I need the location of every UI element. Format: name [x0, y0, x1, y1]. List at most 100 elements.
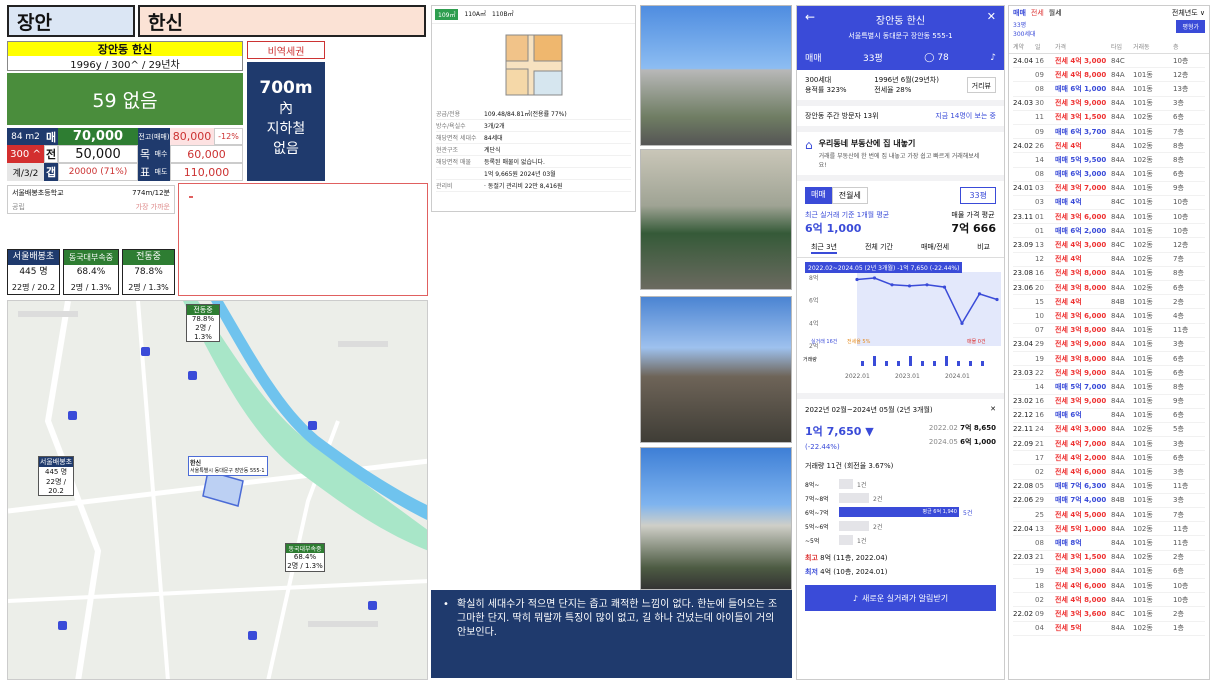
price-point[interactable]: [977, 292, 982, 296]
floorplan-tab-3[interactable]: 110B㎡: [492, 9, 514, 20]
table-row[interactable]: 23.08 16 전세 3억 8,000 84A 101동 8층: [1013, 267, 1205, 281]
close-range-icon[interactable]: ✕: [990, 405, 996, 415]
table-cell: 전세 4억 5,000: [1055, 510, 1107, 519]
map-complex-label[interactable]: 한신 서울특별시 동대문구 장안동 555-1: [188, 456, 268, 476]
trades-tab-jeonse[interactable]: 전세: [1031, 8, 1044, 18]
chart-tab-compare[interactable]: 비교: [977, 242, 990, 254]
map-label-jeondong-ratio: 2명 / 1.3%: [194, 324, 212, 341]
chart-tab-jeonse[interactable]: 매매/전세: [921, 242, 949, 254]
chart-tab-recent[interactable]: 최근 3년: [810, 242, 837, 254]
table-row[interactable]: 19 전세 3억 3,000 84A 101동 6층: [1013, 565, 1205, 579]
price-chart[interactable]: 2022.02~2024.05 (2년 3개월) -1억 7,650 (-22.…: [797, 258, 1004, 393]
table-row[interactable]: 18 전세 4억 6,000 84A 101동 10층: [1013, 579, 1205, 594]
table-row[interactable]: 14 매매 5억 9,500 84A 102동 8층: [1013, 153, 1205, 168]
table-row[interactable]: 19 전세 3억 8,000 84A 101동 6층: [1013, 352, 1205, 367]
floorplan-tab-2[interactable]: 110A㎡: [464, 9, 486, 20]
size-select[interactable]: 33평: [960, 187, 996, 204]
map-pin-icon[interactable]: [188, 371, 197, 380]
table-row[interactable]: 22.12 16 매매 6억 84A 101동 6층: [1013, 409, 1205, 423]
chart-tab-all[interactable]: 전체 기간: [865, 242, 893, 254]
table-row[interactable]: 22.09 21 전세 4억 7,000 84A 101동 3층: [1013, 437, 1205, 452]
table-row[interactable]: 01 매매 6억 2,000 84A 101동 10층: [1013, 224, 1205, 239]
table-row[interactable]: 07 전세 3억 8,000 84A 101동 11층: [1013, 324, 1205, 338]
table-row[interactable]: 24.01 03 전세 3억 7,000 84A 101동 9층: [1013, 182, 1205, 196]
photo-building-1[interactable]: [640, 5, 792, 146]
table-row[interactable]: 03 매매 4억 84C 101동 10층: [1013, 196, 1205, 211]
map-label-jeondong[interactable]: 전동중 78.8% 2명 / 1.3%: [186, 304, 220, 342]
table-row[interactable]: 23.04 29 전세 3억 9,000 84A 101동 3층: [1013, 338, 1205, 352]
table-row[interactable]: 22.03 21 전세 3억 1,500 84A 102동 2층: [1013, 551, 1205, 565]
table-row[interactable]: 09 매매 6억 3,700 84A 101동 7층: [1013, 125, 1205, 140]
price-point[interactable]: [995, 297, 999, 302]
price-point[interactable]: [960, 321, 964, 325]
table-row[interactable]: 23.06 20 전세 3억 8,000 84A 102동 6층: [1013, 281, 1205, 296]
table-row[interactable]: 02 전세 4억 8,000 84A 101동 10층: [1013, 593, 1205, 608]
trades-tab-monthly[interactable]: 월세: [1049, 8, 1062, 18]
bell-icon[interactable]: ♪: [990, 53, 996, 63]
photo-building-2[interactable]: [640, 447, 792, 590]
price-point[interactable]: [890, 283, 894, 287]
table-row[interactable]: 08 매매 6억 1,000 84A 101동 13층: [1013, 82, 1205, 97]
table-row[interactable]: 25 전세 4억 5,000 84A 101동 7층: [1013, 508, 1205, 523]
price-point[interactable]: [907, 284, 912, 288]
segment-trade[interactable]: 매매: [805, 187, 832, 204]
table-row[interactable]: 12 전세 4억 84A 102동 7층: [1013, 253, 1205, 267]
table-row[interactable]: 11 전세 3억 1,500 84A 102동 6층: [1013, 111, 1205, 125]
photo-path[interactable]: [640, 296, 792, 443]
map-pin-icon[interactable]: [58, 621, 67, 630]
table-row[interactable]: 17 전세 4억 2,000 84A 101동 6층: [1013, 451, 1205, 466]
table-row[interactable]: 22.11 24 전세 4억 3,000 84A 102동 5층: [1013, 423, 1205, 438]
table-row[interactable]: 08 매매 6억 3,000 84A 101동 6층: [1013, 168, 1205, 182]
table-cell: 17: [1035, 453, 1044, 462]
price-point[interactable]: [942, 285, 947, 289]
table-row[interactable]: 24.02 26 전세 4억 84A 102동 8층: [1013, 139, 1205, 154]
photo-entrance[interactable]: [640, 149, 792, 290]
table-row[interactable]: 24.04 16 전세 4억 3,000 84C 10층: [1013, 54, 1205, 69]
table-row[interactable]: 10 전세 3억 6,000 84A 101동 4층: [1013, 309, 1205, 324]
floorplan-tab-1[interactable]: 109㎡: [435, 9, 459, 20]
app-tab-size[interactable]: 33평: [863, 51, 883, 64]
table-row[interactable]: 08 매매 8억 84A 101동 11층: [1013, 536, 1205, 551]
map-pin-icon[interactable]: [368, 601, 377, 610]
year-filter[interactable]: 전체년도 ∨: [1172, 8, 1205, 18]
distance-view-button[interactable]: 거리뷰: [966, 77, 996, 93]
table-row[interactable]: 15 전세 4억 84B 101동 2층: [1013, 295, 1205, 310]
map-label-baebong[interactable]: 서울배봉초 445 명 22명 / 20.2: [38, 456, 74, 496]
map-pin-icon[interactable]: [308, 421, 317, 430]
table-row[interactable]: 22.04 13 전세 5억 1,000 84A 102동 11층: [1013, 522, 1205, 537]
table-row[interactable]: 24.03 30 전세 3억 9,000 84A 101동 3층: [1013, 97, 1205, 111]
table-row[interactable]: 23.11 01 전세 3억 6,000 84A 101동 10층: [1013, 210, 1205, 225]
visitor-link[interactable]: 지금 14명이 보는 중: [935, 111, 996, 121]
segment-rent[interactable]: 전월세: [831, 187, 868, 204]
back-arrow-icon[interactable]: ←: [805, 10, 815, 24]
table-cell: 84A: [1111, 538, 1125, 547]
size-price-button[interactable]: 평형가: [1176, 20, 1205, 33]
table-row[interactable]: 23.09 13 전세 4억 3,000 84C 102동 12층: [1013, 238, 1205, 253]
alert-button[interactable]: ♪ 새로운 실거래가 알림받기: [805, 585, 996, 611]
promo-title[interactable]: 우리동네 부동산에 집 내놓기: [819, 138, 984, 149]
close-icon[interactable]: ✕: [987, 10, 996, 23]
floorplan-image[interactable]: [432, 24, 635, 106]
chat-icon[interactable]: ◯: [924, 53, 934, 63]
table-row[interactable]: 09 전세 4억 8,000 84A 101동 12층: [1013, 68, 1205, 83]
map-pin-icon[interactable]: [141, 347, 150, 356]
map-view[interactable]: 전동중 78.8% 2명 / 1.3% 서울배봉초 445 명 22명 / 20…: [7, 300, 428, 680]
table-row[interactable]: 22.08 05 매매 7억 6,300 84A 101동 11층: [1013, 480, 1205, 494]
price-point[interactable]: [872, 276, 877, 280]
table-row[interactable]: 22.06 29 매매 7억 4,000 84B 101동 3층: [1013, 494, 1205, 508]
price-point[interactable]: [925, 283, 929, 287]
map-label-dongguk[interactable]: 동국대부속중 68.4% 2명 / 1.3%: [285, 543, 325, 572]
map-pin-icon[interactable]: [68, 411, 77, 420]
app-tab-type[interactable]: 매매: [805, 51, 822, 64]
table-row[interactable]: 02 전세 4억 6,000 84A 101동 3층: [1013, 465, 1205, 480]
table-row[interactable]: 23.03 22 전세 3억 9,000 84A 101동 6층: [1013, 366, 1205, 381]
map-pin-icon[interactable]: [248, 631, 257, 640]
table-row[interactable]: 04 전세 5억 84A 102동 1층: [1013, 622, 1205, 636]
table-cell: 84A: [1111, 368, 1125, 377]
school-link[interactable]: 가장 가까운: [136, 202, 170, 212]
table-row[interactable]: 22.02 09 전세 3억 3,600 84C 101동 2층: [1013, 607, 1205, 622]
table-row[interactable]: 23.02 16 전세 3억 9,000 84A 101동 9층: [1013, 395, 1205, 409]
price-point[interactable]: [855, 277, 859, 282]
table-row[interactable]: 14 매매 5억 7,000 84A 101동 8층: [1013, 380, 1205, 395]
trades-tab-trade[interactable]: 매매: [1013, 8, 1026, 18]
